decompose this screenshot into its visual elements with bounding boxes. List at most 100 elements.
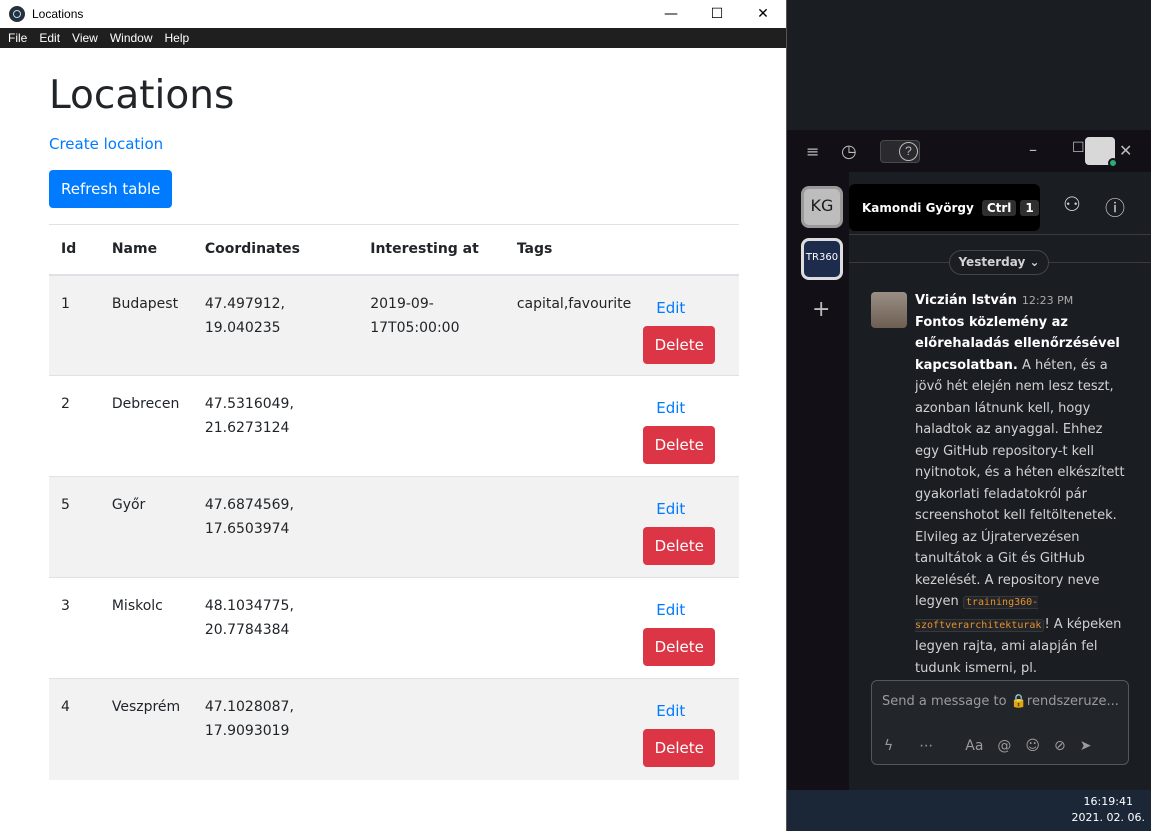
menu-view[interactable]: View xyxy=(66,31,104,45)
refresh-table-button[interactable]: Refresh table xyxy=(49,170,173,208)
minimize-button[interactable]: — xyxy=(648,0,694,28)
table-row: 5 Győr 47.6874569, 17.6503974 Edit Delete xyxy=(49,476,739,578)
cell-coordinates: 47.1028087, 17.9093019 xyxy=(192,678,359,780)
delete-button[interactable]: Delete xyxy=(643,426,716,464)
title-bar: Locations — ☐ ✕ xyxy=(0,0,786,28)
app-window: Locations — ☐ ✕ File Edit View Window He… xyxy=(0,0,787,831)
edit-button[interactable]: Edit xyxy=(656,598,685,622)
interesting-at-part1: 2019-09- xyxy=(370,295,434,312)
shortcuts-icon[interactable]: ϟ xyxy=(884,738,893,754)
emoji-icon[interactable]: ☺ xyxy=(1025,738,1040,754)
maximize-icon[interactable]: ☐ xyxy=(1072,140,1085,156)
column-header-name: Name xyxy=(99,224,193,276)
page-title: Locations xyxy=(49,73,235,118)
delete-button[interactable]: Delete xyxy=(643,729,716,767)
cell-interesting-at: 2019-09- 17T05:00:00 xyxy=(358,274,505,376)
cell-name: Veszprém xyxy=(99,678,193,780)
cell-interesting-at xyxy=(358,577,505,679)
composer-placeholder: Send a message to 🔒rendszeruze... xyxy=(882,694,1119,709)
user-avatar[interactable] xyxy=(1085,137,1118,168)
tooltip-key-1: 1 xyxy=(1020,199,1039,216)
window-title: Locations xyxy=(32,7,84,21)
coordinate-lon: 19.040235 xyxy=(204,319,281,336)
help-icon[interactable]: ? xyxy=(899,142,918,161)
message-author-avatar[interactable] xyxy=(871,292,907,328)
cell-actions: Edit Delete xyxy=(643,678,739,780)
workspace-tr360[interactable]: TR360 xyxy=(801,238,843,280)
menu-edit[interactable]: Edit xyxy=(33,31,66,45)
cell-coordinates: 48.1034775, 20.7784384 xyxy=(192,577,359,679)
cell-tags xyxy=(504,476,644,578)
message-composer[interactable]: Send a message to 🔒rendszeruze... ϟ ⋯ Aa… xyxy=(871,680,1129,765)
delete-button[interactable]: Delete xyxy=(643,325,716,364)
close-icon[interactable]: ✕ xyxy=(1119,141,1132,160)
coordinate-lat: 47.497912, xyxy=(204,295,285,312)
column-header-interesting-at: Interesting at xyxy=(358,224,505,276)
cell-id: 3 xyxy=(49,577,100,679)
cell-tags xyxy=(504,577,644,679)
minimize-icon[interactable]: – xyxy=(1029,140,1037,159)
online-status-icon xyxy=(1108,158,1118,168)
cell-coordinates: 47.6874569, 17.6503974 xyxy=(192,476,359,578)
workspace-kg[interactable]: KG xyxy=(801,186,843,228)
message-time[interactable]: 12:23 PM xyxy=(1022,294,1073,307)
cell-tags xyxy=(504,375,644,477)
workspace-tooltip: Kamondi György Ctrl 1 xyxy=(849,184,1040,231)
menu-file[interactable]: File xyxy=(2,31,33,45)
cell-coordinates: 47.497912, 19.040235 xyxy=(192,274,359,376)
tooltip-key-ctrl: Ctrl xyxy=(981,199,1017,216)
table-row: 4 Veszprém 47.1028087, 17.9093019 Edit De… xyxy=(49,678,739,780)
coordinate-lat: 47.5316049, xyxy=(204,396,294,412)
cell-actions: Edit Delete xyxy=(643,476,739,578)
table-header-row: Id Name Coordinates Interesting at Tags xyxy=(49,224,739,276)
maximize-button[interactable]: ☐ xyxy=(694,0,740,28)
column-header-id: Id xyxy=(49,224,100,276)
cell-coordinates: 47.5316049, 21.6273124 xyxy=(192,375,359,477)
send-icon[interactable]: ➤ xyxy=(1080,738,1092,754)
edit-button[interactable]: Edit xyxy=(656,296,685,320)
table-row: 3 Miskolc 48.1034775, 20.7784384 Edit Del… xyxy=(49,577,739,679)
format-icon[interactable]: Aa xyxy=(965,738,983,754)
coordinate-lat: 48.1034775, xyxy=(204,598,294,614)
create-location-link[interactable]: Create location xyxy=(49,135,163,153)
cell-name: Debrecen xyxy=(99,375,193,477)
message-text-1: A héten, és a jövő hét elején nem lesz t… xyxy=(915,357,1125,610)
day-divider-pill[interactable]: Yesterday ⌄ xyxy=(949,250,1049,275)
add-workspace-icon[interactable]: + xyxy=(812,297,830,322)
info-icon[interactable]: ⓘ xyxy=(1105,192,1125,221)
menu-help[interactable]: Help xyxy=(159,31,196,45)
add-member-icon[interactable]: ⚇ xyxy=(1063,192,1081,216)
close-button[interactable]: ✕ xyxy=(740,0,786,28)
more-icon[interactable]: ⋯ xyxy=(919,738,933,754)
cell-id: 5 xyxy=(49,476,100,578)
taskbar-clock[interactable]: 16:19:41 2021. 02. 06. xyxy=(1072,794,1145,826)
message-author[interactable]: Viczián István xyxy=(915,293,1017,308)
composer-toolbar: ϟ ⋯ Aa @ ☺ ⊘ ➤ xyxy=(884,738,1119,754)
history-icon[interactable]: ◷ xyxy=(841,141,857,162)
cell-actions: Edit Delete xyxy=(643,274,739,376)
attach-icon[interactable]: ⊘ xyxy=(1054,738,1066,754)
sidebar-toggle-icon[interactable]: ≡ xyxy=(806,142,819,161)
coordinate-lon: 17.6503974 xyxy=(204,521,290,537)
table-row: 2 Debrecen 47.5316049, 21.6273124 Edit De… xyxy=(49,375,739,477)
column-header-tags: Tags xyxy=(504,224,644,276)
menu-window[interactable]: Window xyxy=(104,31,159,45)
column-header-actions xyxy=(643,224,739,276)
electron-icon xyxy=(9,6,25,22)
delete-button[interactable]: Delete xyxy=(643,628,716,666)
coordinate-lat: 47.6874569, xyxy=(204,497,294,513)
coordinate-lon: 20.7784384 xyxy=(204,622,290,638)
message: Viczián István 12:23 PM Fontos közlemény … xyxy=(915,290,1129,680)
coordinate-lon: 17.9093019 xyxy=(204,723,290,739)
coordinate-lat: 47.1028087, xyxy=(204,699,294,715)
edit-button[interactable]: Edit xyxy=(656,699,685,723)
edit-button[interactable]: Edit xyxy=(656,497,685,521)
mention-icon[interactable]: @ xyxy=(997,738,1011,754)
cell-name: Győr xyxy=(99,476,193,578)
edit-button[interactable]: Edit xyxy=(656,396,685,420)
menu-bar: File Edit View Window Help xyxy=(0,28,786,48)
cell-id: 4 xyxy=(49,678,100,780)
coordinate-lon: 21.6273124 xyxy=(204,420,290,436)
delete-button[interactable]: Delete xyxy=(643,527,716,565)
table-row: 1 Budapest 47.497912, 19.040235 2019-09- 1… xyxy=(49,274,739,376)
